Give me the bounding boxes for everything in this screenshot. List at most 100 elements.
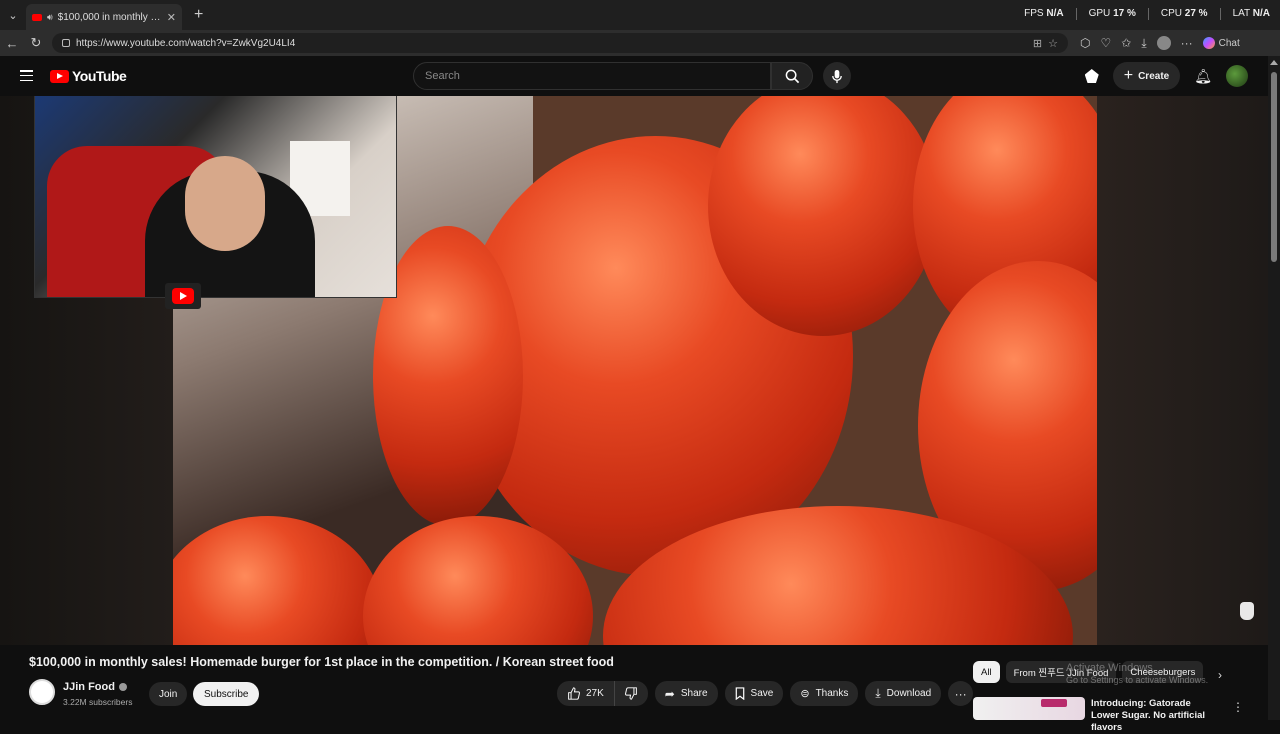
thumbnail-tag: [1041, 699, 1067, 707]
search-icon: [785, 69, 799, 83]
video-letterbox-right: [1097, 96, 1268, 645]
recommendation-title[interactable]: Introducing: Gatorade Lower Sugar. No ar…: [1091, 698, 1221, 734]
chevron-right-icon[interactable]: ›: [1218, 668, 1222, 682]
video-player[interactable]: [0, 96, 1268, 645]
cpu-label: CPU: [1160, 8, 1182, 19]
performance-overlay: FPS N/A GPU 17 % CPU 27 % LAT N/A: [1024, 8, 1270, 20]
youtube-play-icon: [50, 69, 69, 83]
search-input[interactable]: Search: [413, 62, 771, 90]
share-label: Share: [680, 688, 708, 699]
scrollbar-thumb[interactable]: [1271, 72, 1277, 262]
channel-name[interactable]: JJin Food: [63, 681, 115, 693]
speaker-icon[interactable]: 🔊︎: [47, 12, 53, 23]
watermark-line1: Activate Windows: [1066, 662, 1153, 674]
share-button[interactable]: ➦ Share: [654, 681, 718, 706]
thanks-label: Thanks: [815, 688, 849, 699]
tab-list-dropdown[interactable]: ⌄: [0, 0, 26, 30]
save-button[interactable]: Save: [724, 681, 784, 706]
like-count: 27K: [586, 688, 604, 699]
watermark-line2: Go to Settings to activate Windows.: [1066, 675, 1209, 686]
thumbs-up-icon: [568, 687, 580, 700]
create-button[interactable]: + Create: [1112, 62, 1181, 90]
join-button[interactable]: Join: [149, 682, 188, 706]
download-icon: ⤓: [875, 686, 881, 700]
youtube-header: YouTube Search + Create 🔔︎: [0, 56, 1268, 96]
close-tab-icon[interactable]: ✕: [167, 11, 176, 24]
recommendation-thumbnail[interactable]: [973, 697, 1085, 720]
browser-extension-icons: ⬡ ♡ ✩ ⤓ ··· Chat: [1080, 36, 1240, 51]
notifications-bell-icon[interactable]: 🔔︎: [1194, 68, 1212, 85]
youtube-wordmark: YouTube: [72, 68, 127, 84]
video-title: $100,000 in monthly sales! Homemade burg…: [29, 655, 614, 669]
header-actions: + Create 🔔︎: [1084, 62, 1248, 90]
channel-name-row[interactable]: JJin Food: [63, 681, 127, 693]
profile-avatar[interactable]: [1156, 36, 1171, 50]
streamer-webcam-overlay: [34, 96, 397, 298]
search-button[interactable]: [771, 62, 813, 90]
site-info-icon[interactable]: [62, 39, 70, 47]
download-label: Download: [886, 688, 932, 699]
chat-label: Chat: [1218, 37, 1240, 49]
gpu-label: GPU: [1088, 8, 1111, 19]
favorites-icon[interactable]: ✩: [1121, 36, 1131, 50]
extension-icon[interactable]: [1084, 69, 1099, 83]
channel-avatar[interactable]: [29, 679, 55, 705]
favorite-star-icon[interactable]: ☆: [1048, 37, 1058, 50]
hand-cursor-icon: [1240, 602, 1254, 620]
recommendation-more-icon[interactable]: ⋮: [1232, 700, 1244, 714]
create-label: Create: [1138, 70, 1170, 82]
verified-check-icon: [118, 683, 127, 691]
download-button[interactable]: ⤓ Download: [865, 681, 942, 706]
thanks-button[interactable]: ⊜ Thanks: [790, 681, 859, 706]
subscribe-button[interactable]: Subscribe: [193, 682, 260, 706]
scroll-up-arrow-icon[interactable]: [1270, 60, 1278, 65]
activate-windows-watermark: Activate Windows Go to Settings to activ…: [1066, 661, 1208, 687]
downloads-icon[interactable]: ⤓: [1141, 36, 1146, 51]
dislike-button[interactable]: [615, 681, 648, 706]
address-bar[interactable]: https://www.youtube.com/watch?v=ZwkVg2U4…: [52, 33, 1068, 53]
browser-tab[interactable]: 🔊︎ $100,000 in monthly sales! Ho ✕: [26, 4, 182, 30]
youtube-logo[interactable]: YouTube: [50, 68, 127, 84]
lat-label: LAT: [1232, 8, 1250, 19]
url-text: https://www.youtube.com/watch?v=ZwkVg2U4…: [76, 37, 296, 49]
thanks-dollar-icon: ⊜: [800, 688, 810, 700]
reload-button[interactable]: ↻: [24, 30, 48, 56]
browser-essentials-icon[interactable]: ♡: [1100, 36, 1111, 50]
gpu-value: 17 %: [1113, 8, 1136, 19]
like-button[interactable]: 27K: [557, 681, 615, 706]
menu-hamburger-icon[interactable]: [20, 70, 33, 81]
extensions-icon[interactable]: ⬡: [1080, 36, 1090, 50]
back-button[interactable]: ←: [0, 30, 24, 56]
youtube-favicon-icon: [32, 13, 42, 21]
browser-toolbar: ← ↻ https://www.youtube.com/watch?v=ZwkV…: [0, 30, 1280, 56]
divider: [1147, 8, 1149, 20]
page-scrollbar[interactable]: [1268, 56, 1280, 720]
browser-tab-bar: ⌄ 🔊︎ $100,000 in monthly sales! Ho ✕ + F…: [0, 0, 1280, 30]
voice-search-button[interactable]: [823, 62, 851, 90]
webcam-streamer-head: [185, 156, 265, 251]
divider: [1075, 8, 1077, 20]
bookmark-icon: [735, 687, 744, 700]
share-icon: ➦: [664, 686, 675, 701]
lat-value: N/A: [1252, 8, 1270, 19]
subscriber-count: 3.22M subscribers: [63, 697, 133, 707]
divider: [1219, 8, 1221, 20]
youtube-badge-icon: [165, 283, 201, 309]
cpu-value: 27 %: [1184, 8, 1208, 19]
more-actions-icon[interactable]: ···: [948, 681, 974, 706]
like-dislike-group: 27K: [557, 681, 648, 706]
copilot-icon: [1202, 37, 1215, 49]
tab-title: $100,000 in monthly sales! Ho: [57, 11, 162, 23]
thumbs-down-icon: [624, 687, 637, 700]
fps-label: FPS: [1024, 8, 1044, 19]
video-actions: 27K ➦ Share Save ⊜ Thanks ⤓ Download ···: [557, 681, 974, 706]
fps-value: N/A: [1046, 8, 1064, 19]
copilot-chat-button[interactable]: Chat: [1202, 37, 1240, 49]
new-tab-button[interactable]: +: [194, 6, 203, 24]
plus-icon: +: [1123, 67, 1134, 84]
user-avatar[interactable]: [1226, 65, 1248, 87]
menu-dots-icon[interactable]: ···: [1181, 36, 1193, 50]
save-label: Save: [750, 688, 774, 699]
chip-all[interactable]: All: [973, 661, 1000, 683]
app-available-icon[interactable]: ⊞: [1033, 37, 1042, 50]
